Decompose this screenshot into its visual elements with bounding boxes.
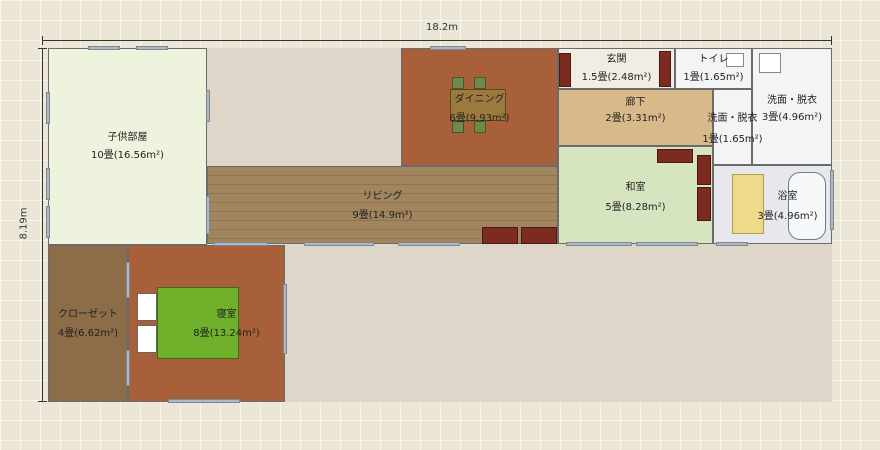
room-closet-name: クローゼット <box>58 309 118 320</box>
room-washitsu-name: 和室 <box>625 182 646 193</box>
room-closet-size: 4畳(6.62m²) <box>57 328 119 339</box>
room-bath[interactable]: 浴室 3畳(4.96m²) <box>713 165 832 244</box>
room-wash-small-name: 洗面・脱衣 <box>707 113 758 124</box>
room-toilet[interactable]: トイレ 1畳(1.65m²) <box>675 48 752 89</box>
room-dining[interactable]: ダイニング 6畳(9.93m²) <box>401 48 558 166</box>
washitsu-cabinet <box>657 149 693 163</box>
room-kids-size: 10畳(16.56m²) <box>91 150 164 161</box>
room-entrance[interactable]: 玄関 1.5畳(2.48m²) <box>558 48 675 89</box>
height-dimension-tick-top <box>38 48 47 49</box>
room-kids[interactable]: 子供部屋 10畳(16.56m²) <box>48 48 207 245</box>
bathtub <box>788 172 826 240</box>
room-hall-name: 廊下 <box>625 97 646 108</box>
window <box>566 242 632 246</box>
room-closet[interactable]: クローゼット 4畳(6.62m²) <box>48 245 128 402</box>
wash-basin <box>759 53 781 73</box>
window <box>636 242 698 246</box>
window <box>283 284 287 354</box>
window <box>126 262 130 298</box>
bed <box>157 287 239 359</box>
window <box>830 170 834 230</box>
window <box>46 168 50 200</box>
room-bedroom-name: 寝室 <box>216 309 237 320</box>
living-sofa <box>482 227 518 244</box>
window <box>126 350 130 386</box>
bed-pillow <box>137 293 157 321</box>
room-wash-small[interactable]: 洗面・脱衣 1畳(1.65m²) <box>702 89 763 165</box>
window <box>168 399 240 403</box>
dining-chair <box>452 77 464 89</box>
room-wash-large[interactable]: 洗面・脱衣 3畳(4.96m²) <box>752 48 832 165</box>
width-dimension-line <box>42 40 832 41</box>
room-living[interactable]: リビング 9畳(14.9m²) <box>207 166 558 244</box>
height-dimension-line <box>42 48 43 402</box>
window <box>46 206 50 238</box>
room-hall[interactable]: 廊下 2畳(3.31m²) <box>558 89 713 146</box>
room-wash-large-name: 洗面・脱衣 <box>767 95 817 106</box>
window <box>304 242 374 246</box>
width-dimension-tick-left <box>42 36 43 45</box>
room-entrance-size: 1.5畳(2.48m²) <box>581 72 652 83</box>
window <box>214 242 268 246</box>
room-toilet-size: 1畳(1.65m²) <box>683 72 744 83</box>
living-sofa <box>521 227 557 244</box>
bath-mat <box>732 174 764 234</box>
room-dining-name: ダイニング <box>454 94 505 105</box>
window <box>206 90 210 122</box>
window <box>206 196 210 234</box>
room-toilet-name: トイレ <box>698 54 729 65</box>
window <box>46 92 50 124</box>
height-dimension-label: 8.19m <box>18 207 30 240</box>
bed-pillow <box>137 325 157 353</box>
width-dimension-tick-right <box>831 36 832 45</box>
window <box>88 46 120 50</box>
room-dining-size: 6畳(9.93m²) <box>449 113 510 124</box>
room-washitsu[interactable]: 和室 5畳(8.28m²) <box>558 146 713 244</box>
room-bedroom[interactable]: 寝室 8畳(13.24m²) <box>128 245 285 402</box>
room-living-size: 9畳(14.9m²) <box>352 210 413 221</box>
room-bath-size: 3畳(4.96m²) <box>757 211 818 222</box>
window <box>136 46 168 50</box>
room-living-name: リビング <box>362 191 403 202</box>
room-bath-name: 浴室 <box>777 191 798 202</box>
height-dimension-tick-bottom <box>38 401 47 402</box>
room-bedroom-size: 8畳(13.24m²) <box>193 328 260 339</box>
room-wash-small-size: 1畳(1.65m²) <box>702 134 763 145</box>
window <box>716 242 748 246</box>
room-entrance-name: 玄関 <box>606 54 627 65</box>
room-washitsu-size: 5畳(8.28m²) <box>605 202 666 213</box>
room-hall-size: 2畳(3.31m²) <box>605 113 666 124</box>
window <box>430 46 466 50</box>
width-dimension-label: 18.2m <box>426 22 459 33</box>
room-kids-name: 子供部屋 <box>107 132 148 143</box>
dining-chair <box>474 77 486 89</box>
window <box>398 242 460 246</box>
